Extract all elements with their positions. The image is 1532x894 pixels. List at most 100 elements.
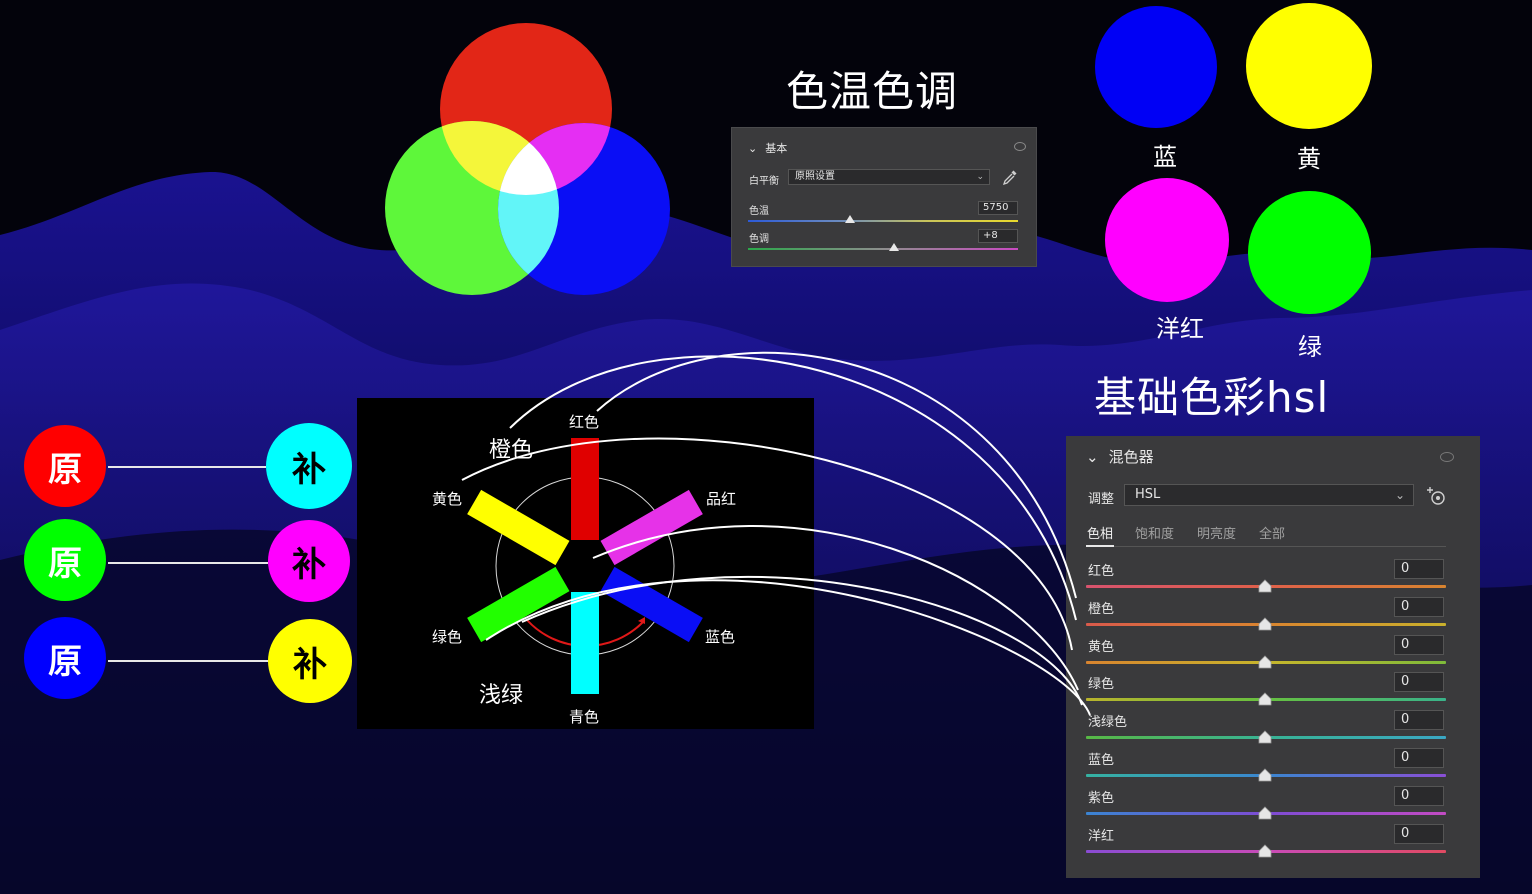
complement-cyan-circle: 补 <box>266 423 352 509</box>
wheel-label-blue: 蓝色 <box>705 628 736 646</box>
eyedropper-icon[interactable] <box>1001 168 1019 186</box>
chevron-down-icon[interactable]: ⌄ <box>748 142 757 155</box>
mixer-row-value-input[interactable]: 0 <box>1394 785 1444 806</box>
tab-saturation[interactable]: 饱和度 <box>1135 523 1174 542</box>
mixer-row-label: 浅绿色 <box>1088 715 1128 731</box>
hsl-title: 基础色彩hsl <box>1094 373 1330 422</box>
temp-value-input[interactable]: 5750 <box>978 201 1018 215</box>
green-color-circle <box>1248 191 1371 314</box>
red-arm <box>571 438 599 540</box>
mixer-row-value-input[interactable]: 0 <box>1394 710 1444 731</box>
complement-label: 补 <box>292 449 326 490</box>
temp-label: 色温 <box>749 206 769 217</box>
mixer-row-slider-thumb[interactable] <box>1258 806 1272 820</box>
magenta-arm <box>600 489 703 566</box>
mixer-row-slider-thumb[interactable] <box>1258 730 1272 744</box>
adjust-value: HSL <box>1135 487 1161 502</box>
mixer-row-value-input[interactable]: 0 <box>1394 596 1444 617</box>
active-tab-indicator <box>1086 545 1114 547</box>
eye-icon[interactable] <box>1014 142 1026 151</box>
yellow-color-circle <box>1246 3 1372 129</box>
primary-red-circle: 原 <box>24 425 106 507</box>
tab-hue[interactable]: 色相 <box>1087 523 1113 542</box>
tab-all[interactable]: 全部 <box>1259 523 1285 542</box>
mixer-row-label: 红色 <box>1088 564 1115 579</box>
yellow-label: 黄 <box>1297 145 1321 173</box>
primary-label: 原 <box>48 449 82 490</box>
green-label: 绿 <box>1298 333 1322 361</box>
chevron-down-icon: ⌄ <box>976 172 984 182</box>
mixer-row-slider-thumb[interactable] <box>1258 617 1272 631</box>
basic-panel-title: 基本 <box>765 142 788 155</box>
tab-divider <box>1086 546 1446 547</box>
pair-connector-line <box>108 660 268 662</box>
yellow-arm <box>467 489 570 566</box>
white-balance-label: 白平衡 <box>749 176 779 187</box>
mixer-panel-title: 混色器 <box>1108 448 1154 466</box>
color-wheel-diagram <box>467 438 703 694</box>
white-balance-select[interactable]: 原照设置 ⌄ <box>788 169 990 185</box>
green-arm <box>467 566 570 643</box>
primary-blue-circle: 原 <box>24 617 106 699</box>
mixer-panel-header[interactable]: ⌄ 混色器 <box>1086 446 1154 467</box>
mixer-row-label: 紫色 <box>1088 790 1115 806</box>
color-wheel-panel: 红色 品红 蓝色 青色 绿色 黄色 橙色 浅绿 <box>357 398 814 729</box>
mixer-row-value-input[interactable]: 0 <box>1394 748 1444 768</box>
mixer-row-slider-thumb[interactable] <box>1258 692 1272 706</box>
color-mixer-panel: ⌄ 混色器 调整 HSL ⌄ 色相 饱和度 明亮度 全部 红色 0 橙色 0 黄色 0 绿色 0… <box>1066 436 1480 878</box>
primary-green-circle: 原 <box>24 519 106 601</box>
tint-slider-thumb[interactable] <box>889 243 899 251</box>
complement-magenta-circle: 补 <box>268 520 350 602</box>
temp-slider-thumb[interactable] <box>845 215 855 223</box>
wheel-label-red: 红色 <box>569 413 600 431</box>
mixer-row-label: 绿色 <box>1088 677 1115 693</box>
wheel-label-yellow: 黄色 <box>432 490 463 508</box>
target-adjust-icon[interactable] <box>1424 484 1448 508</box>
mixer-row-label: 蓝色 <box>1088 753 1115 768</box>
magenta-label: 洋红 <box>1156 315 1204 343</box>
white-balance-value: 原照设置 <box>795 171 835 182</box>
temp-tint-title: 色温色调 <box>786 67 959 116</box>
wheel-label-magenta: 品红 <box>706 490 737 508</box>
mixer-row-slider-thumb[interactable] <box>1258 768 1272 782</box>
primary-label: 原 <box>48 641 82 682</box>
primary-label: 原 <box>48 543 82 584</box>
rgb-venn-diagram <box>385 23 670 295</box>
mixer-row-value-input[interactable]: 0 <box>1394 823 1444 844</box>
wheel-label-cyan: 青色 <box>569 708 600 726</box>
mixer-row-value-input[interactable]: 0 <box>1394 559 1444 579</box>
mixer-row-label: 洋红 <box>1088 828 1115 844</box>
mixer-row-slider-thumb[interactable] <box>1258 655 1272 669</box>
temp-slider-track[interactable] <box>748 220 1018 222</box>
adjust-label: 调整 <box>1088 492 1115 507</box>
mixer-row-slider-thumb[interactable] <box>1258 579 1272 593</box>
chevron-down-icon[interactable]: ⌄ <box>1086 448 1099 466</box>
mixer-row-slider-thumb[interactable] <box>1258 844 1272 858</box>
magenta-color-circle <box>1105 178 1229 302</box>
blue-label: 蓝 <box>1153 143 1177 171</box>
wheel-label-orange: 橙色 <box>489 438 534 463</box>
complement-yellow-circle: 补 <box>268 619 352 703</box>
mixer-row-value-input[interactable]: 0 <box>1394 634 1444 655</box>
pair-connector-line <box>108 562 268 564</box>
tint-label: 色调 <box>749 234 769 245</box>
wheel-label-aqua: 浅绿 <box>479 683 524 708</box>
basic-panel: ⌄ 基本 白平衡 原照设置 ⌄ 色温 5750 色调 +8 <box>731 127 1037 267</box>
cyan-arm <box>571 592 599 694</box>
blue-arm <box>600 566 703 643</box>
blue-color-circle <box>1095 6 1217 128</box>
wheel-label-green: 绿色 <box>432 628 463 646</box>
tint-slider-track[interactable] <box>748 248 1018 250</box>
complement-label: 补 <box>292 544 326 585</box>
basic-panel-header[interactable]: ⌄ 基本 <box>748 140 787 156</box>
adjust-select[interactable]: HSL ⌄ <box>1124 484 1414 506</box>
mixer-row-value-input[interactable]: 0 <box>1394 672 1444 693</box>
complement-label: 补 <box>293 644 327 685</box>
tab-luminance[interactable]: 明亮度 <box>1197 523 1236 542</box>
mixer-row-label: 橙色 <box>1088 601 1115 617</box>
mixer-row-label: 黄色 <box>1088 639 1115 655</box>
chevron-down-icon: ⌄ <box>1394 488 1405 502</box>
pair-connector-line <box>108 466 266 468</box>
tint-value-input[interactable]: +8 <box>978 229 1018 243</box>
eye-icon[interactable] <box>1440 452 1454 462</box>
